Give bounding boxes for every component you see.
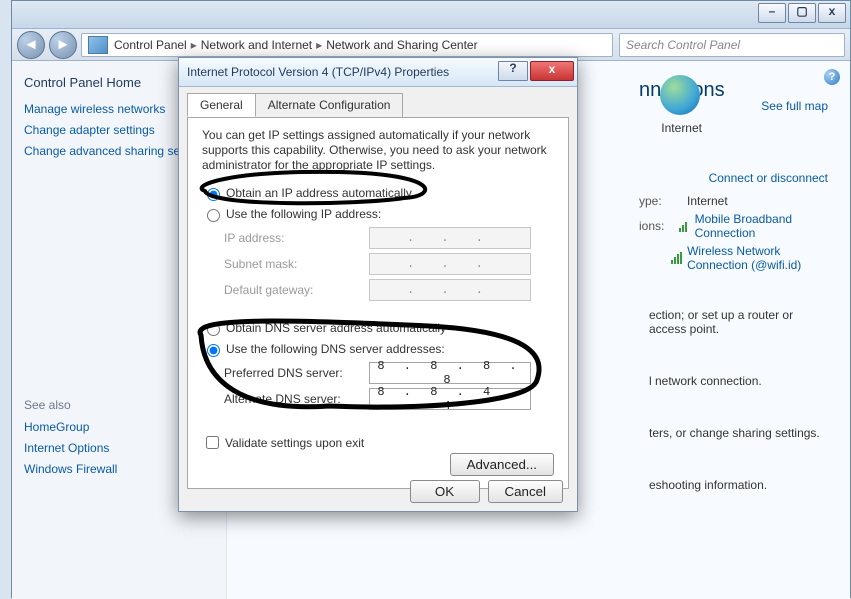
- search-input[interactable]: Search Control Panel: [619, 33, 845, 57]
- dialog-help-button[interactable]: [498, 61, 528, 81]
- tcpip-properties-dialog: Internet Protocol Version 4 (TCP/IPv4) P…: [178, 57, 578, 512]
- radio-dns-auto[interactable]: Obtain DNS server address automatically: [202, 320, 554, 336]
- radio-dns-manual-input[interactable]: [207, 344, 220, 357]
- connections-label: ions:: [639, 219, 679, 233]
- radio-dns-auto-input[interactable]: [207, 323, 220, 336]
- access-type-value: Internet: [687, 194, 728, 208]
- advanced-button[interactable]: Advanced...: [450, 453, 554, 476]
- subnet-mask-field: . . .: [369, 253, 531, 275]
- general-panel: You can get IP settings assigned automat…: [187, 117, 569, 489]
- radio-ip-manual-label: Use the following IP address:: [226, 207, 381, 221]
- tab-strip: General Alternate Configuration: [187, 93, 569, 117]
- connection-link-1[interactable]: Mobile Broadband Connection: [695, 212, 828, 240]
- dialog-close-button[interactable]: x: [530, 61, 574, 81]
- dialog-title: Internet Protocol Version 4 (TCP/IPv4) P…: [187, 65, 449, 79]
- ip-address-label: IP address:: [224, 231, 369, 245]
- radio-ip-manual[interactable]: Use the following IP address:: [202, 206, 554, 222]
- breadcrumb-part: Network and Sharing Center: [326, 38, 477, 52]
- subnet-mask-label: Subnet mask:: [224, 257, 369, 271]
- radio-ip-auto-label: Obtain an IP address automatically: [226, 186, 412, 200]
- validate-label: Validate settings upon exit: [225, 436, 364, 450]
- wifi-icon: [671, 252, 683, 264]
- connection-link-2[interactable]: Wireless Network Connection (@wifi.id): [687, 244, 828, 272]
- close-button[interactable]: x: [818, 3, 846, 23]
- dialog-titlebar: Internet Protocol Version 4 (TCP/IPv4) P…: [179, 58, 577, 87]
- alternate-dns-label: Alternate DNS server:: [224, 392, 369, 406]
- radio-dns-manual-label: Use the following DNS server addresses:: [226, 342, 445, 356]
- window-titlebar: – ▢ x: [12, 1, 850, 29]
- connect-disconnect-link[interactable]: Connect or disconnect: [709, 171, 828, 185]
- panel-icon: [88, 36, 108, 54]
- radio-dns-manual[interactable]: Use the following DNS server addresses:: [202, 341, 554, 357]
- radio-ip-auto-input[interactable]: [207, 188, 220, 201]
- alternate-dns-field[interactable]: 8 . 8 . 4 . 4: [369, 388, 531, 410]
- tab-alternate-config[interactable]: Alternate Configuration: [255, 93, 404, 117]
- nav-forward-button[interactable]: ►: [49, 31, 77, 59]
- internet-caption: Internet: [661, 121, 702, 135]
- breadcrumb-part: Control Panel: [114, 38, 187, 52]
- internet-globe-icon: [660, 75, 700, 115]
- minimize-button[interactable]: –: [758, 3, 786, 23]
- text-fragment: ection; or set up a router or access poi…: [649, 308, 828, 336]
- ok-button[interactable]: OK: [410, 480, 480, 503]
- preferred-dns-field[interactable]: 8 . 8 . 8 . 8: [369, 362, 531, 384]
- search-placeholder: Search Control Panel: [626, 38, 740, 52]
- validate-checkbox-row[interactable]: Validate settings upon exit: [202, 433, 554, 452]
- see-full-map-link[interactable]: See full map: [761, 99, 828, 113]
- text-fragment: l network connection.: [649, 374, 828, 388]
- access-type-label: ype:: [639, 194, 687, 208]
- default-gateway-field: . . .: [369, 279, 531, 301]
- tab-general[interactable]: General: [187, 93, 256, 117]
- nav-back-button[interactable]: ◄: [17, 31, 45, 59]
- breadcrumb-part: Network and Internet: [201, 38, 312, 52]
- radio-dns-auto-label: Obtain DNS server address automatically: [226, 321, 446, 335]
- ip-address-field: . . .: [369, 227, 531, 249]
- breadcrumb[interactable]: Control Panel ▸ Network and Internet ▸ N…: [81, 33, 613, 57]
- chevron-right-icon: ▸: [191, 38, 197, 52]
- description-text: You can get IP settings assigned automat…: [202, 128, 554, 173]
- help-icon[interactable]: ?: [824, 69, 840, 85]
- radio-ip-manual-input[interactable]: [207, 209, 220, 222]
- chevron-right-icon: ▸: [316, 38, 322, 52]
- maximize-button[interactable]: ▢: [788, 3, 816, 23]
- text-fragment: eshooting information.: [649, 478, 828, 492]
- text-fragment: ters, or change sharing settings.: [649, 426, 828, 440]
- radio-ip-auto[interactable]: Obtain an IP address automatically: [202, 185, 554, 201]
- cancel-button[interactable]: Cancel: [488, 480, 564, 503]
- preferred-dns-label: Preferred DNS server:: [224, 366, 369, 380]
- validate-checkbox[interactable]: [206, 436, 219, 449]
- default-gateway-label: Default gateway:: [224, 283, 369, 297]
- signal-icon: [679, 220, 691, 232]
